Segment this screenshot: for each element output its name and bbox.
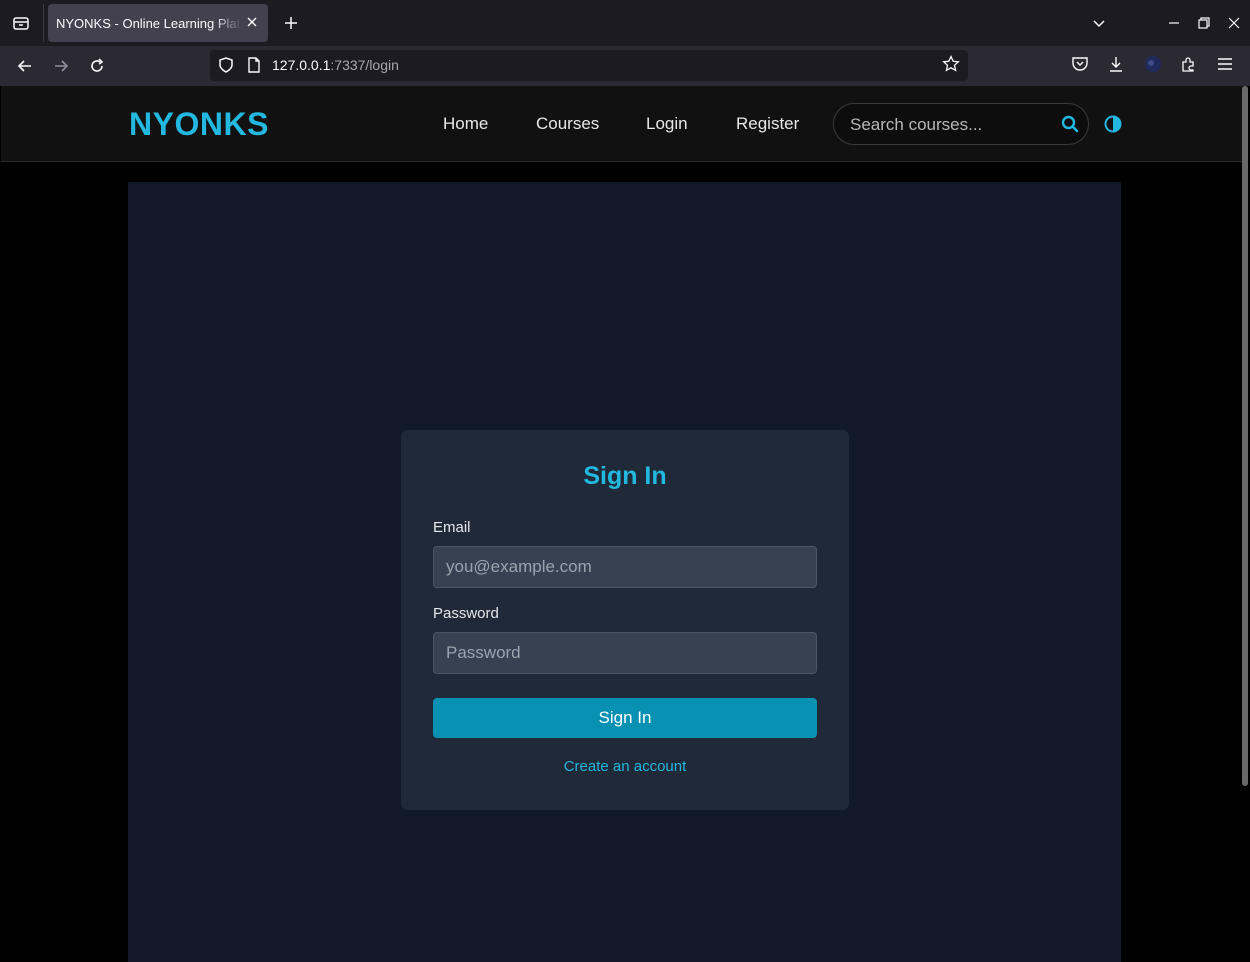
forward-icon[interactable] <box>48 54 74 78</box>
search-box <box>833 103 1089 145</box>
minimize-icon[interactable] <box>1163 12 1185 34</box>
site-logo[interactable]: NYONKS <box>129 106 269 143</box>
close-tab-icon[interactable] <box>244 14 260 30</box>
password-field[interactable] <box>433 632 817 674</box>
restore-icon[interactable] <box>1193 12 1215 34</box>
theme-toggle-icon[interactable] <box>1104 115 1122 133</box>
shield-icon[interactable] <box>217 56 235 79</box>
url-host: 127.0.0.1 <box>272 57 331 73</box>
search-input[interactable] <box>850 114 1050 136</box>
tab-divider <box>43 4 44 42</box>
close-window-icon[interactable] <box>1223 12 1245 34</box>
page-info-icon[interactable] <box>246 56 262 79</box>
email-label: Email <box>433 519 471 536</box>
menu-hamburger-icon[interactable] <box>1216 55 1234 78</box>
site-header: NYONKS Home Courses Login Register <box>1 86 1248 162</box>
login-title: Sign In <box>583 462 667 490</box>
new-tab-icon[interactable] <box>280 12 302 34</box>
url-path: :7337/login <box>330 57 399 73</box>
browser-tab[interactable]: NYONKS - Online Learning Platform <box>48 4 268 42</box>
create-account-link[interactable]: Create an account <box>401 758 849 775</box>
extensions-icon[interactable] <box>1180 55 1198 78</box>
search-icon[interactable] <box>1061 115 1079 133</box>
password-label: Password <box>433 605 499 622</box>
tab-list-icon[interactable] <box>8 11 34 35</box>
url-text[interactable]: 127.0.0.1:7337/login <box>272 57 399 73</box>
chevron-down-icon[interactable] <box>1088 12 1110 34</box>
bookmark-star-icon[interactable] <box>942 54 960 78</box>
pocket-icon[interactable] <box>1071 55 1089 78</box>
nav-link-login[interactable]: Login <box>646 114 688 134</box>
page-scrollbar[interactable] <box>1242 86 1248 786</box>
sign-in-button[interactable]: Sign In <box>433 698 817 738</box>
web-page: NYONKS Home Courses Login Register Sign … <box>0 86 1250 962</box>
login-card: Sign In Email Password Sign In Create an… <box>401 430 849 810</box>
browser-tab-bar: NYONKS - Online Learning Platform <box>0 0 1250 46</box>
nav-link-courses[interactable]: Courses <box>536 114 599 134</box>
nav-link-register[interactable]: Register <box>736 114 799 134</box>
reload-icon[interactable] <box>84 54 110 78</box>
profile-avatar-icon[interactable] <box>1144 55 1162 78</box>
download-icon[interactable] <box>1107 55 1125 78</box>
tab-title: NYONKS - Online Learning Platform <box>56 15 242 31</box>
nav-link-home[interactable]: Home <box>443 114 488 134</box>
back-icon[interactable] <box>12 54 38 78</box>
email-field[interactable] <box>433 546 817 588</box>
